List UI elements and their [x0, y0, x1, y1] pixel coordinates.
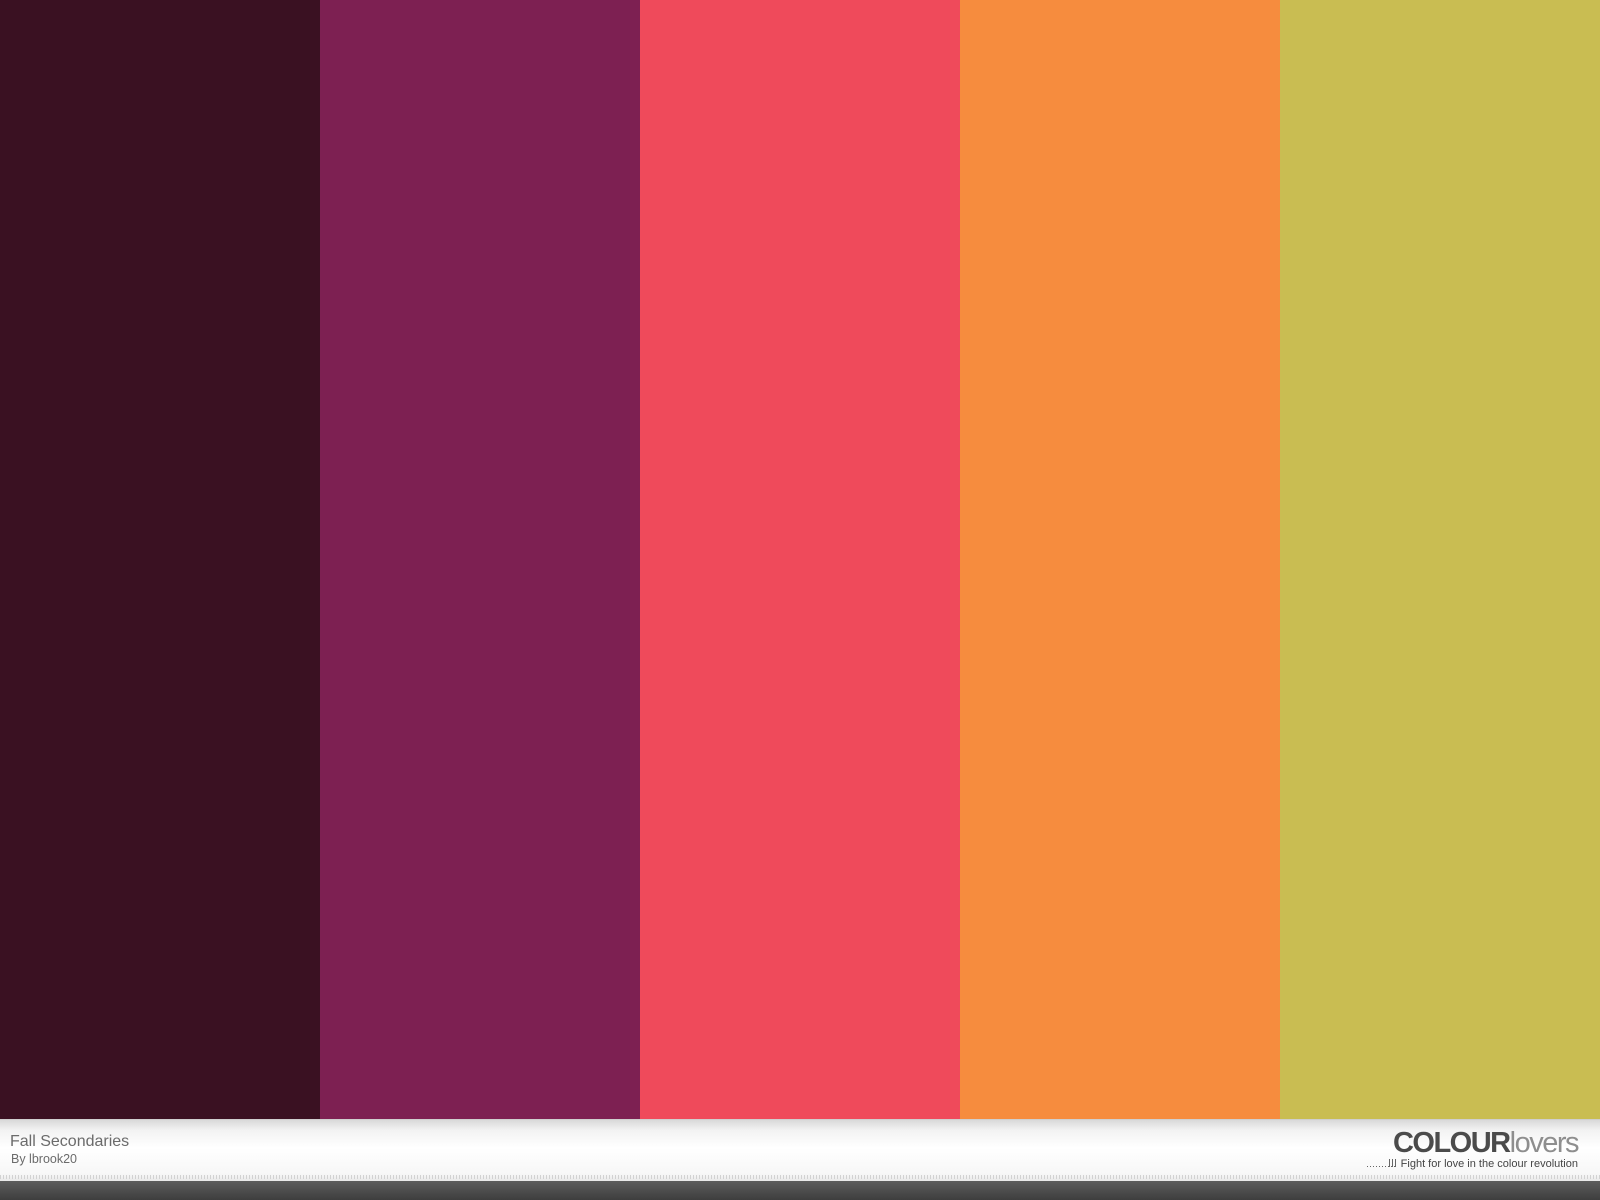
colourlovers-logo[interactable]: COLOURlovers Fight for love in the colou…: [1348, 1127, 1580, 1172]
footer-stripe: [0, 1175, 1600, 1179]
color-swatch-5[interactable]: [1280, 0, 1600, 1119]
logo-light-text: lovers: [1509, 1127, 1580, 1159]
color-palette: [0, 0, 1600, 1119]
logo-tagline: Fight for love in the colour revolution: [1400, 1158, 1578, 1170]
color-swatch-1[interactable]: [0, 0, 320, 1119]
color-swatch-4[interactable]: [960, 0, 1280, 1119]
logo-bold-text: COLOUR: [1392, 1127, 1511, 1159]
color-swatch-2[interactable]: [320, 0, 640, 1119]
logo-tagline-row: Fight for love in the colour revolution: [1366, 1158, 1578, 1170]
dotted-line-icon: [1366, 1158, 1397, 1167]
palette-author: By lbrook20: [11, 1152, 78, 1166]
logo-wordmark: COLOURlovers: [1392, 1127, 1580, 1159]
palette-title: Fall Secondaries: [10, 1133, 130, 1150]
color-swatch-3[interactable]: [640, 0, 960, 1119]
bottom-bar: [0, 1181, 1600, 1200]
